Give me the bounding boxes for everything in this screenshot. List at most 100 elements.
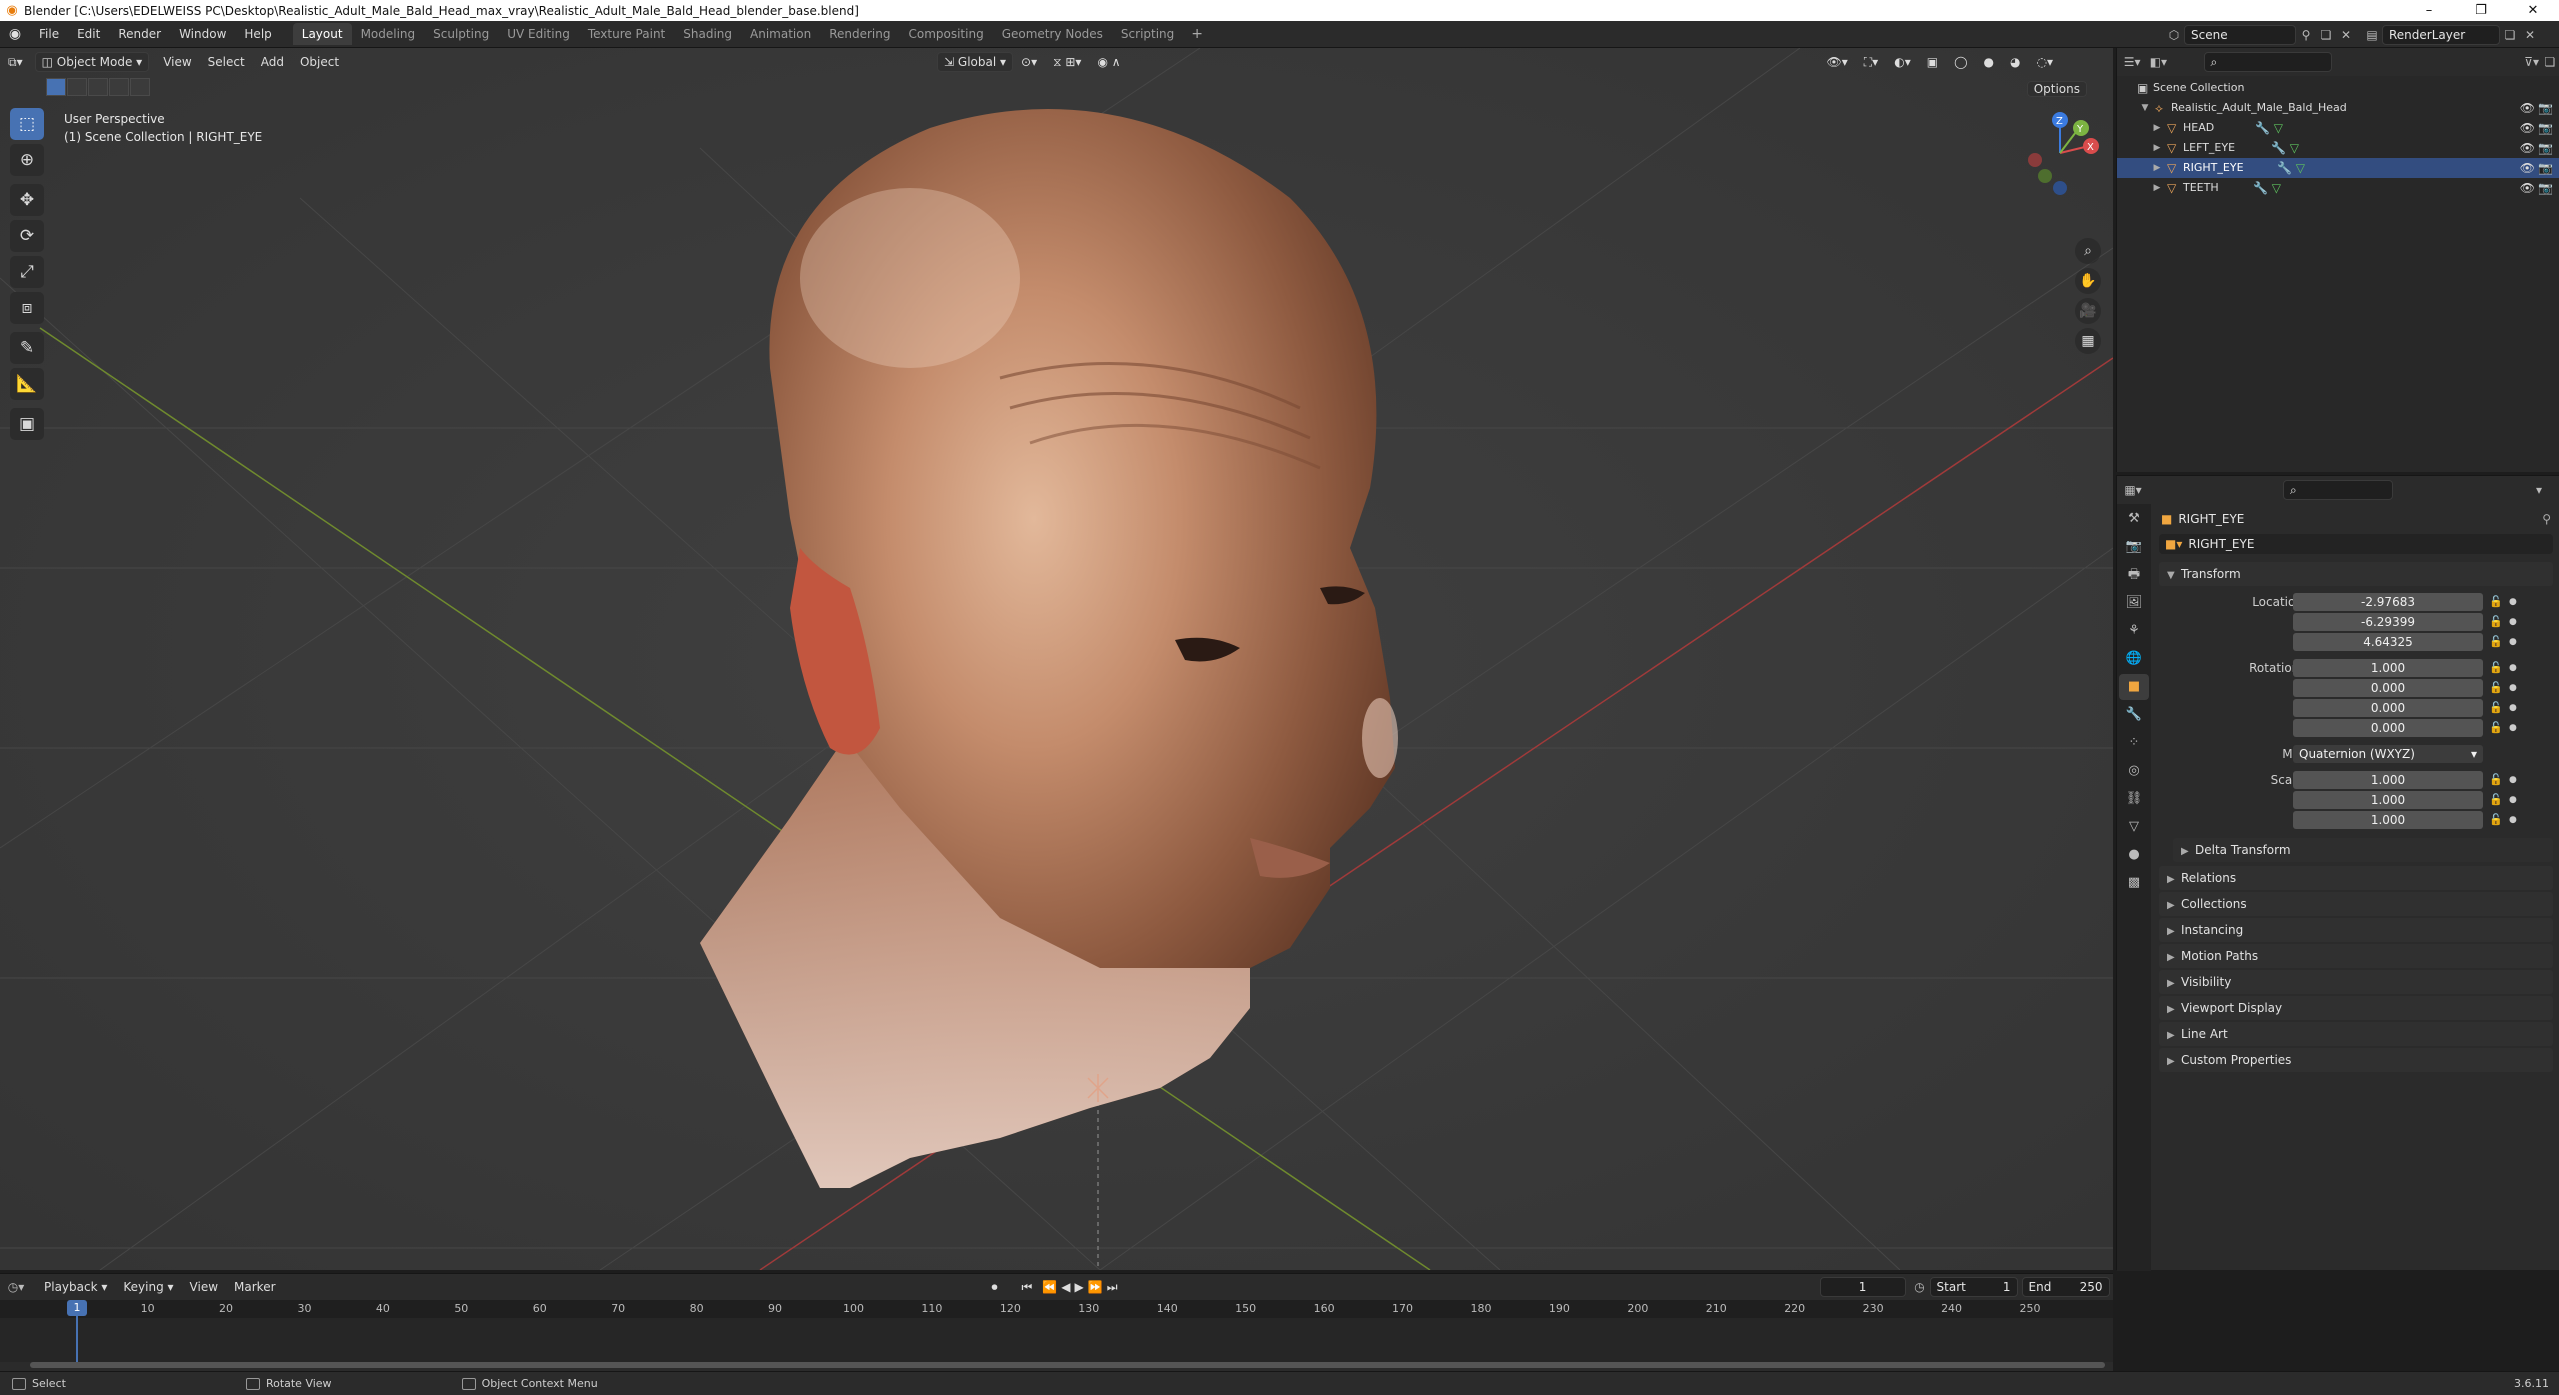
delete-scene-icon[interactable]: ✕	[2336, 25, 2356, 45]
keyframe-dot-icon[interactable]: ●	[2509, 810, 2517, 830]
visibility-eye-icon[interactable]: 👁	[2520, 178, 2535, 198]
visibility-eye-icon[interactable]: 👁	[2520, 158, 2535, 178]
expand-chevron-icon[interactable]: ▶	[2151, 118, 2163, 138]
tool-tab-icon[interactable]: ⚒	[2119, 506, 2149, 532]
start-frame-field[interactable]: Start 1	[1929, 1277, 2018, 1297]
visibility-icon[interactable]: 👁▾	[1819, 48, 1856, 76]
world-tab-icon[interactable]: 🌐	[2119, 646, 2149, 672]
scene-name-field[interactable]: Scene	[2184, 24, 2296, 45]
timeline-menu-keying[interactable]: Keying ▾	[115, 1273, 181, 1301]
jump-start-icon[interactable]: ⏮	[1014, 1273, 1041, 1301]
keyframe-dot-icon[interactable]: ●	[2509, 678, 2517, 698]
zoom-icon[interactable]: ⌕	[2075, 238, 2101, 264]
select-invert-icon[interactable]	[109, 78, 129, 96]
scale-y-field[interactable]: 1.000	[2293, 791, 2483, 809]
select-subtract-icon[interactable]	[88, 78, 108, 96]
lock-icon[interactable]: 🔓	[2489, 678, 2503, 698]
record-icon[interactable]: ⏺	[984, 1273, 1006, 1301]
outliner-row-teeth[interactable]: ▶ ▽ TEETH 🔧 ▽ 👁 📷	[2117, 178, 2559, 198]
data-tab-icon[interactable]: ▽	[2119, 814, 2149, 840]
physics-tab-icon[interactable]: ◎	[2119, 758, 2149, 784]
new-collection-icon[interactable]: ❏	[2541, 52, 2559, 72]
instancing-panel-header[interactable]: ▶ Instancing	[2159, 918, 2553, 942]
view-layer-icon[interactable]: ▤	[2362, 25, 2382, 45]
view-layer-field[interactable]: RenderLayer	[2382, 24, 2500, 45]
object-tab-icon[interactable]: ■	[2119, 674, 2149, 700]
viewport-menu-add[interactable]: Add	[253, 48, 292, 76]
modifier-wrench-icon[interactable]: 🔧 ▽	[2277, 158, 2305, 178]
view-layer-tab-icon[interactable]: 🖼	[2119, 590, 2149, 616]
minimize-button[interactable]: –	[2403, 0, 2455, 21]
shading-wireframe-icon[interactable]: ◯	[1946, 48, 1975, 76]
render-camera-icon[interactable]: 📷	[2538, 118, 2553, 138]
render-tab-icon[interactable]: 📷	[2119, 534, 2149, 560]
preview-range-clock-icon[interactable]: ◷	[1910, 1277, 1930, 1297]
expand-chevron-icon[interactable]: ▶	[2151, 178, 2163, 198]
keyframe-track[interactable]	[0, 1318, 2113, 1362]
viewport-display-panel-header[interactable]: ▶ Viewport Display	[2159, 996, 2553, 1020]
delete-view-layer-icon[interactable]: ✕	[2520, 25, 2540, 45]
neg-z-axis-handle[interactable]	[2053, 181, 2067, 195]
keyframe-dot-icon[interactable]: ●	[2509, 698, 2517, 718]
scale-tool-icon[interactable]: ⤢	[10, 256, 44, 288]
output-tab-icon[interactable]: 🖶	[2119, 562, 2149, 588]
location-x-field[interactable]: -2.97683	[2293, 593, 2483, 611]
lock-icon[interactable]: 🔓	[2489, 632, 2503, 652]
lock-icon[interactable]: 🔓	[2489, 592, 2503, 612]
new-view-layer-icon[interactable]: ❏	[2500, 25, 2520, 45]
move-tool-icon[interactable]: ✥	[10, 184, 44, 216]
modifier-wrench-icon[interactable]: 🔧 ▽	[2255, 118, 2283, 138]
keyframe-dot-icon[interactable]: ●	[2509, 790, 2517, 810]
location-y-field[interactable]: -6.29399	[2293, 613, 2483, 631]
play-reverse-icon[interactable]: ◀	[1059, 1273, 1072, 1301]
blender-menu-icon[interactable]: ◉	[0, 26, 30, 42]
tab-scripting[interactable]: Scripting	[1112, 23, 1183, 45]
visibility-panel-header[interactable]: ▶ Visibility	[2159, 970, 2553, 994]
tab-uv-editing[interactable]: UV Editing	[498, 23, 579, 45]
transform-panel-header[interactable]: ▼ Transform	[2159, 562, 2553, 586]
transform-tool-icon[interactable]: ⧈	[10, 292, 44, 324]
tab-compositing[interactable]: Compositing	[899, 23, 992, 45]
modifiers-tab-icon[interactable]: 🔧	[2119, 702, 2149, 728]
add-workspace-icon[interactable]: +	[1183, 26, 1211, 42]
scale-x-field[interactable]: 1.000	[2293, 771, 2483, 789]
menu-file[interactable]: File	[30, 21, 68, 48]
playhead-frame-badge[interactable]: 1	[67, 1300, 87, 1316]
keyframe-dot-icon[interactable]: ●	[2509, 658, 2517, 678]
lock-icon[interactable]: 🔓	[2489, 718, 2503, 738]
rotate-tool-icon[interactable]: ⟳	[10, 220, 44, 252]
pivot-icon[interactable]: ⊙▾	[1013, 48, 1045, 76]
custom-properties-panel-header[interactable]: ▶ Custom Properties	[2159, 1048, 2553, 1072]
filter-icon[interactable]: ⊽▾	[2522, 52, 2540, 72]
properties-search-input[interactable]: ⌕	[2283, 480, 2393, 500]
menu-render[interactable]: Render	[109, 21, 170, 48]
maximize-button[interactable]: ❐	[2455, 0, 2507, 21]
axis-gizmo[interactable]: Z X Y	[2015, 108, 2105, 198]
outliner-row-left-eye[interactable]: ▶ ▽ LEFT_EYE 🔧 ▽ 👁 📷	[2117, 138, 2559, 158]
tab-modeling[interactable]: Modeling	[352, 23, 425, 45]
location-z-field[interactable]: 4.64325	[2293, 633, 2483, 651]
visibility-eye-icon[interactable]: 👁	[2520, 118, 2535, 138]
keyframe-dot-icon[interactable]: ●	[2509, 612, 2517, 632]
keyframe-dot-icon[interactable]: ●	[2509, 770, 2517, 790]
tab-sculpting[interactable]: Sculpting	[424, 23, 498, 45]
particles-tab-icon[interactable]: ⁘	[2119, 730, 2149, 756]
add-cube-tool-icon[interactable]: ▣	[10, 408, 44, 440]
camera-view-icon[interactable]: 🎥	[2075, 298, 2101, 324]
modifier-wrench-icon[interactable]: 🔧 ▽	[2271, 138, 2299, 158]
current-frame-field[interactable]: 1	[1819, 1277, 1906, 1297]
motion-paths-panel-header[interactable]: ▶ Motion Paths	[2159, 944, 2553, 968]
timeline-editor-type-icon[interactable]: ◷▾	[6, 1277, 26, 1297]
select-extend-icon[interactable]	[67, 78, 87, 96]
neg-y-axis-handle[interactable]	[2038, 169, 2052, 183]
render-camera-icon[interactable]: 📷	[2538, 178, 2553, 198]
options-dropdown[interactable]: Options	[2026, 80, 2087, 98]
rotation-w-field[interactable]: 1.000	[2293, 659, 2483, 677]
lock-icon[interactable]: 🔓	[2489, 770, 2503, 790]
3d-viewport[interactable]: ⧉▾ ◫ Object Mode ▾ View Select Add Objec…	[0, 48, 2113, 1270]
keyframe-dot-icon[interactable]: ●	[2509, 632, 2517, 652]
new-scene-icon[interactable]: ❏	[2316, 25, 2336, 45]
outliner-row-scene-collection[interactable]: ▣ Scene Collection	[2117, 78, 2559, 98]
mode-dropdown[interactable]: ◫ Object Mode ▾	[34, 52, 150, 72]
timeline-scrollbar[interactable]	[30, 1362, 2105, 1368]
